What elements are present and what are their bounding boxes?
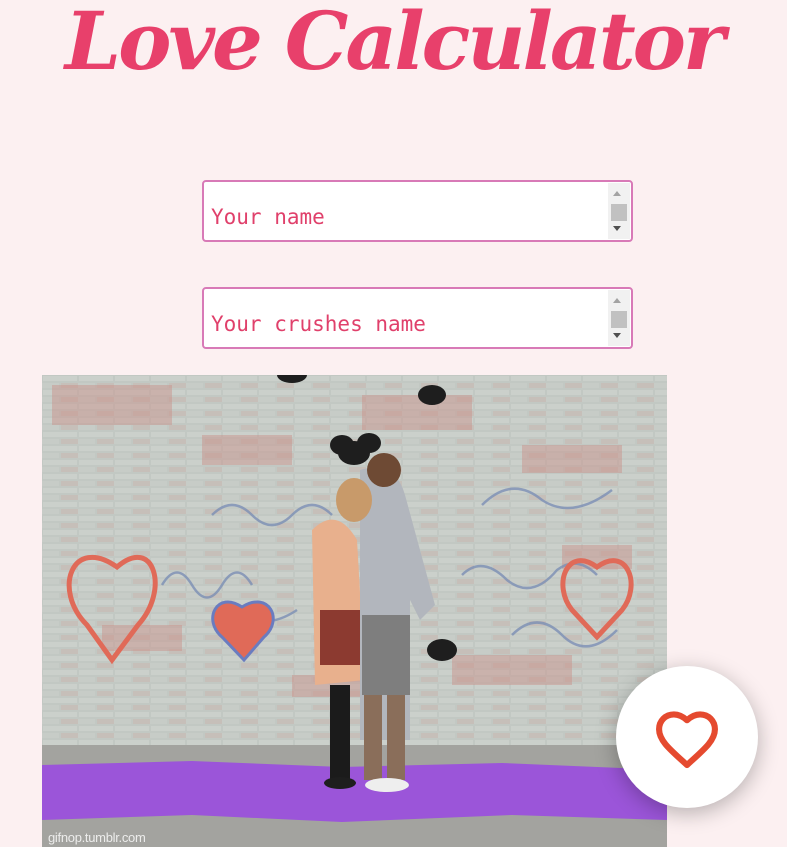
your-name-field[interactable] [202, 180, 633, 242]
heart-outline-icon [656, 711, 718, 769]
page-title: Love Calculator [64, 0, 725, 88]
scroll-up-arrow-icon[interactable] [613, 298, 621, 303]
heart-action-button[interactable] [616, 666, 758, 808]
your-name-scrollbar[interactable] [608, 183, 630, 239]
gif-watermark: gifnop.tumblr.com [48, 830, 146, 845]
scroll-up-arrow-icon[interactable] [613, 191, 621, 196]
scroll-thumb[interactable] [611, 204, 627, 221]
your-name-input[interactable] [204, 182, 608, 240]
scroll-thumb[interactable] [611, 311, 627, 328]
scroll-down-arrow-icon[interactable] [613, 333, 621, 338]
crush-name-input[interactable] [204, 289, 608, 347]
crush-name-scrollbar[interactable] [608, 290, 630, 346]
crush-name-field[interactable] [202, 287, 633, 349]
scroll-down-arrow-icon[interactable] [613, 226, 621, 231]
couple-gif-illustration [42, 375, 667, 847]
couple-gif-image: gifnop.tumblr.com [42, 375, 667, 847]
